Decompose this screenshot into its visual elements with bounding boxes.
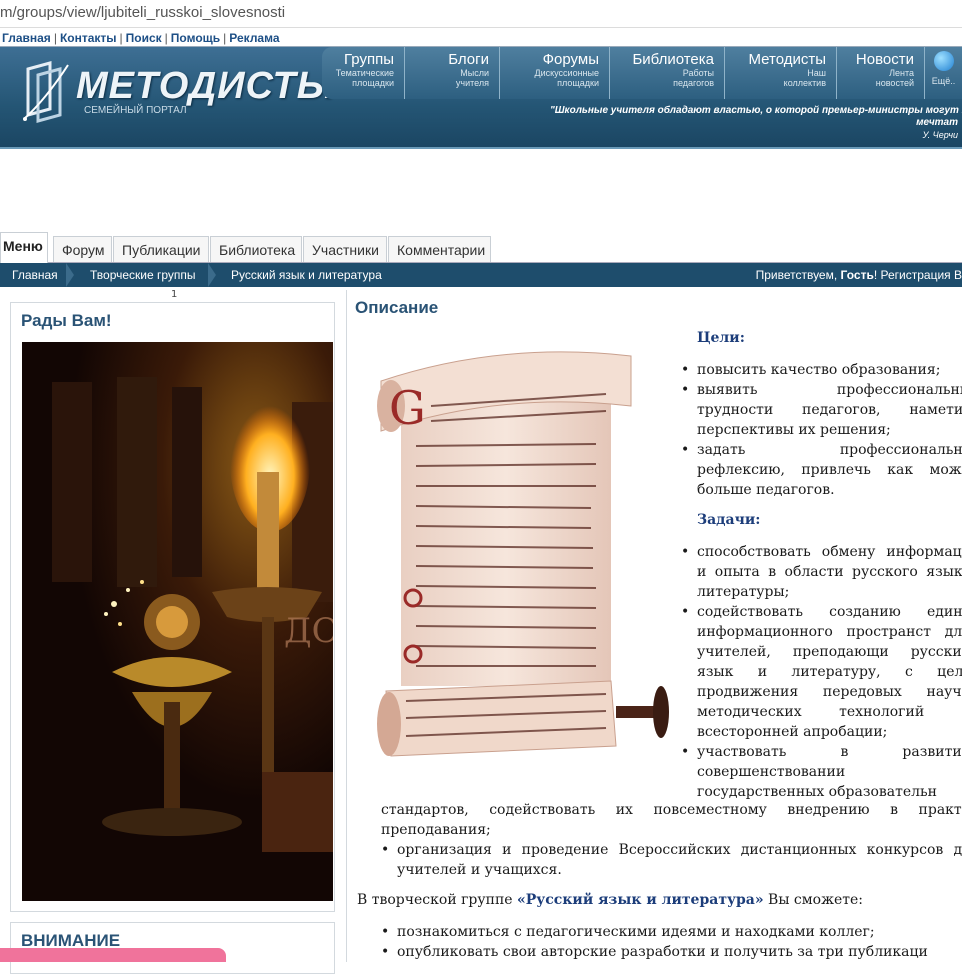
opportunities-list: познакомиться с педагогическими идеями и… — [381, 922, 962, 962]
candle-image: ДОБ — [22, 342, 333, 901]
welcome-title: Рады Вам! — [21, 311, 112, 330]
scroll-image: G — [377, 351, 669, 757]
intro-text: В творческой группе «Русский язык и лите… — [357, 892, 863, 908]
tasks-list: способствовать обмену информаци и опыта … — [681, 542, 962, 802]
logo-text[interactable]: МЕТОДИСТЫ — [76, 65, 336, 108]
nav-methodists[interactable]: Методисты Наш коллектив — [725, 47, 837, 99]
nav-groups[interactable]: Группы Тематические площадки — [322, 47, 405, 99]
tasks-continuation: стандартов, содействовать их повсеместно… — [381, 802, 962, 838]
svg-text:G: G — [389, 381, 426, 435]
svg-text:ДОБ: ДОБ — [284, 611, 333, 651]
logo-subtitle: СЕМЕЙНЫЙ ПОРТАЛ — [84, 105, 187, 116]
nav-forums[interactable]: Форумы Дискуссионные площадки — [500, 47, 610, 99]
toplink-help[interactable]: Помощь — [171, 31, 220, 45]
url-text: m/groups/view/ljubiteli_russkoi_slovesno… — [0, 4, 286, 21]
toplink-search[interactable]: Поиск — [126, 31, 162, 45]
tab-menu[interactable]: Меню — [0, 232, 48, 263]
register-link[interactable]: ! Регистрация В — [874, 268, 962, 282]
breadcrumb-groups[interactable]: Творческие группы — [90, 263, 196, 287]
nav-library[interactable]: Библиотека Работы педагогов — [610, 47, 725, 99]
list-item: содействовать созданию едино информацион… — [681, 602, 962, 742]
toplink-ads[interactable]: Реклама — [229, 31, 279, 45]
header-quote: "Школьные учителя обладают властью, о ко… — [550, 105, 962, 140]
toplink-home[interactable]: Главная — [2, 31, 51, 45]
top-links: Главная | Контакты | Поиск | Помощь | Реклама — [2, 31, 280, 45]
group-name-link[interactable]: «Русский язык и литература» — [517, 892, 764, 908]
nav-more[interactable]: Ещё.. — [925, 47, 962, 99]
breadcrumb-separator — [208, 263, 216, 287]
list-item: организация и проведение Всероссийских д… — [381, 840, 962, 880]
welcome-panel: Рады Вам! ДОБ — [10, 302, 335, 912]
tab-comments[interactable]: Комментарии — [388, 236, 491, 262]
group-tabs: Меню Форум Публикации Библиотека Участни… — [0, 232, 962, 263]
logo-icon[interactable] — [20, 59, 72, 125]
list-item: участвовать в развитии совершенствовании… — [681, 742, 962, 802]
breadcrumb: Главная Творческие группы Русский язык и… — [0, 263, 962, 287]
goals-list: повысить качество образования; выявить п… — [681, 360, 962, 500]
globe-icon — [933, 51, 954, 71]
tab-forum[interactable]: Форум — [53, 236, 112, 262]
breadcrumb-home[interactable]: Главная — [12, 263, 58, 287]
description-title: Описание — [355, 298, 439, 317]
greeting: Приветствуем, Гость! Регистрация В — [755, 268, 962, 282]
address-bar[interactable]: m/groups/view/ljubiteli_russkoi_slovesno… — [0, 0, 962, 28]
breadcrumb-current[interactable]: Русский язык и литература — [231, 263, 382, 287]
breadcrumb-separator — [66, 263, 74, 287]
guest-name: Гость — [840, 268, 874, 282]
page-number: 1 — [171, 289, 178, 300]
tasks-extra-list: организация и проведение Всероссийских д… — [381, 840, 962, 880]
description-panel: Описание G Цели: • повысить качество обр… — [346, 290, 962, 962]
tab-library[interactable]: Библиотека — [210, 236, 302, 262]
nav-news[interactable]: Новости Лента новостей — [837, 47, 925, 99]
list-item: повысить качество образования; — [681, 360, 962, 380]
tasks-heading: Задачи: — [697, 512, 761, 528]
site-header: МЕТОДИСТЫ СЕМЕЙНЫЙ ПОРТАЛ Группы Тематич… — [0, 46, 962, 149]
list-item: опубликовать свои авторские разработки и… — [381, 942, 962, 962]
toplink-contacts[interactable]: Контакты — [60, 31, 117, 45]
pink-banner[interactable] — [0, 948, 226, 962]
list-item: задать профессиональну рефлексию, привле… — [681, 440, 962, 500]
list-item: познакомиться с педагогическими идеями и… — [381, 922, 962, 942]
goals-heading: Цели: — [697, 330, 745, 346]
tab-participants[interactable]: Участники — [303, 236, 387, 262]
list-item: способствовать обмену информаци и опыта … — [681, 542, 962, 602]
main-nav: Группы Тематические площадки Блоги Мысли… — [322, 47, 962, 99]
nav-blogs[interactable]: Блоги Мысли учителя — [405, 47, 500, 99]
tab-publications[interactable]: Публикации — [113, 236, 209, 262]
list-item: выявить профессиональны трудности педаго… — [681, 380, 962, 440]
